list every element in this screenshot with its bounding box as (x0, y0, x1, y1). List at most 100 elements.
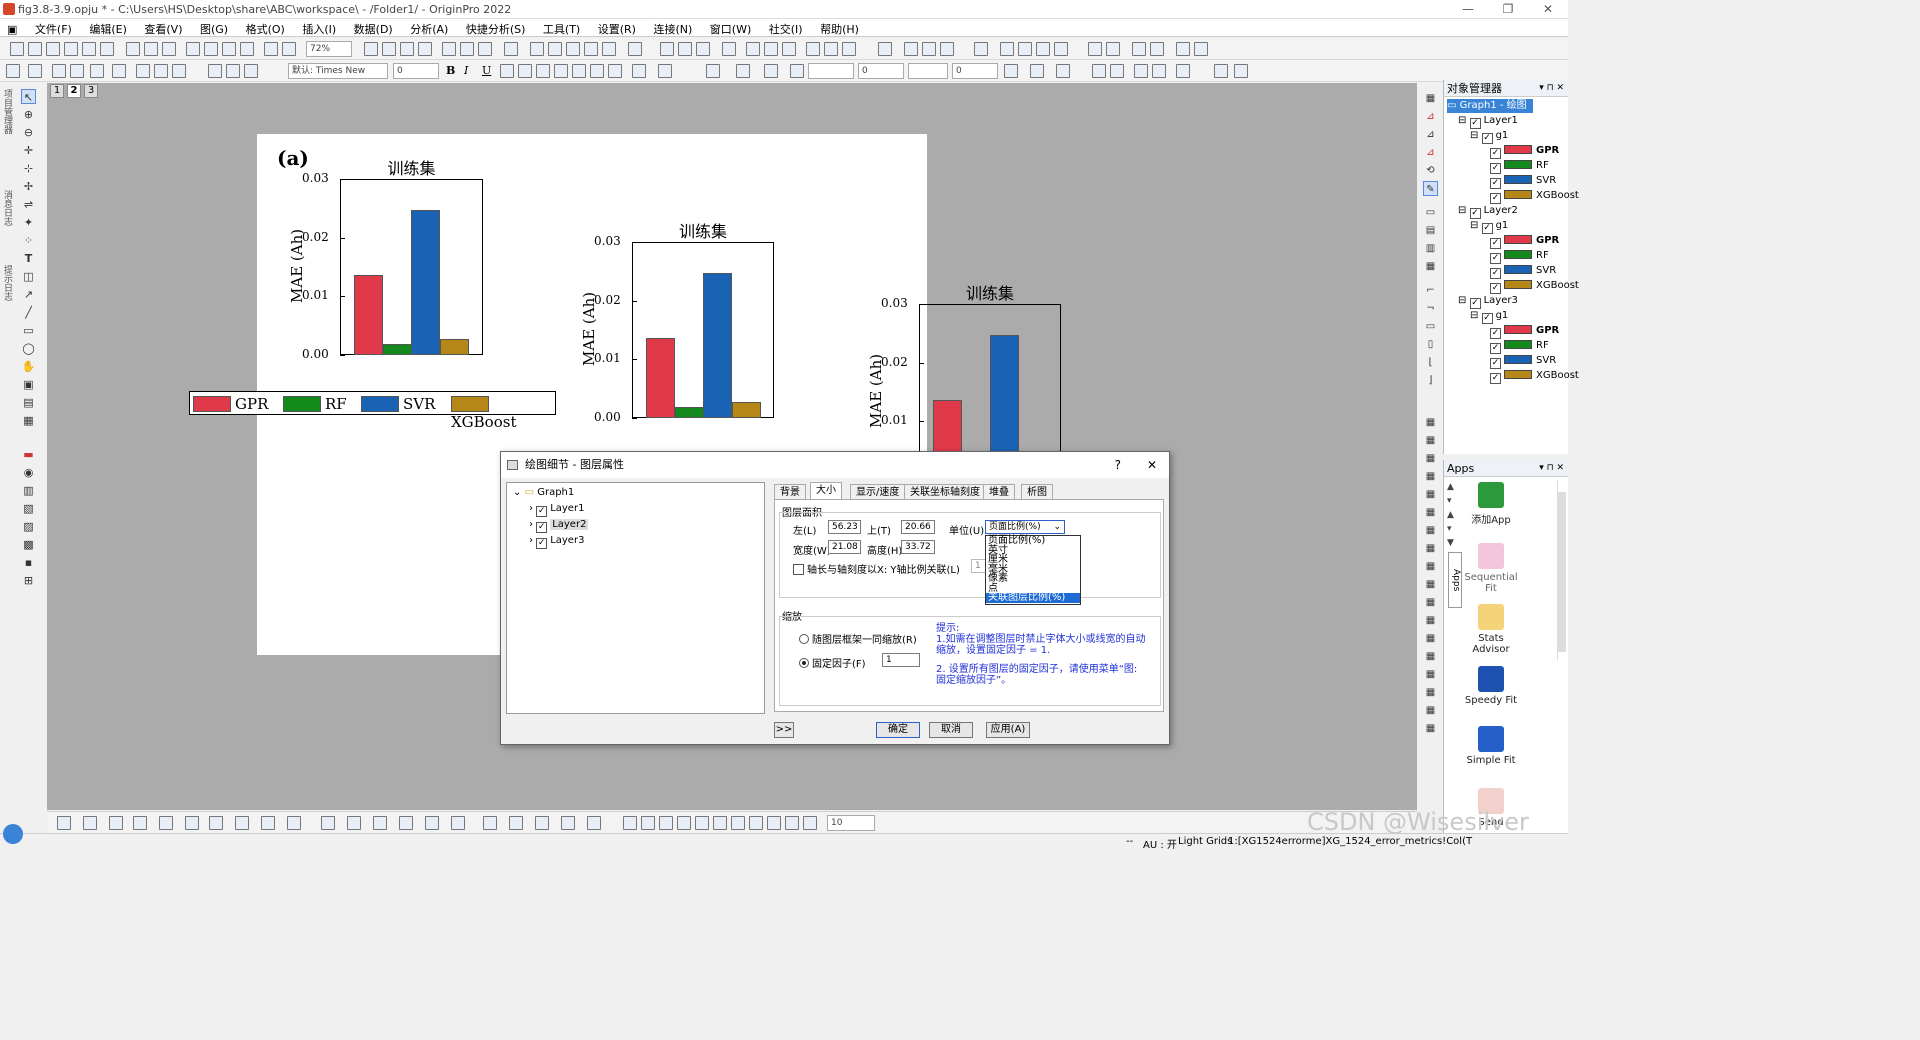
lock-icon[interactable] (1176, 64, 1190, 78)
shape1-icon[interactable] (623, 816, 637, 830)
region-tool-icon[interactable]: ▣ (21, 377, 36, 392)
move-down-icon[interactable] (1106, 42, 1120, 56)
menu-settings[interactable]: 设置(R) (591, 19, 643, 39)
zoom-out-icon[interactable]: ⊖ (21, 125, 36, 140)
font-size-combo[interactable]: 0 (393, 63, 439, 79)
dock6-icon[interactable]: ▦ (1423, 505, 1438, 520)
arrow-right-icon[interactable] (1132, 42, 1146, 56)
area-plot-icon[interactable] (209, 816, 223, 830)
open-excel-icon[interactable] (162, 42, 176, 56)
project-explorer-icon[interactable] (460, 42, 474, 56)
new-graph-icon[interactable] (46, 42, 60, 56)
merge-cells-icon[interactable] (1092, 64, 1106, 78)
fixed-factor-option[interactable]: 固定因子(F) (799, 655, 866, 670)
column-plot-icon[interactable] (133, 816, 147, 830)
frame-icon[interactable] (1214, 64, 1228, 78)
cancel-button[interactable]: 取消 (929, 722, 973, 738)
refresh-icon[interactable] (504, 42, 518, 56)
tab-project-explorer[interactable]: 项目管理器 (2, 89, 14, 134)
table-icon[interactable] (1056, 64, 1070, 78)
annotation-icon[interactable]: ◫ (21, 269, 36, 284)
new-project-icon[interactable] (10, 42, 24, 56)
column-chart-icon[interactable] (764, 42, 778, 56)
om-plot-item[interactable]: ✓ GPR (1490, 324, 1559, 339)
om-plot-checkbox[interactable]: ✓ (1490, 178, 1501, 189)
data-select-icon[interactable] (483, 816, 497, 830)
3d-icon[interactable] (287, 816, 301, 830)
layer-mgmt-icon[interactable] (602, 42, 616, 56)
marker-icon[interactable] (535, 816, 549, 830)
tab-stack[interactable]: 堆叠 (983, 484, 1015, 500)
size-combo[interactable]: 0 (952, 63, 998, 79)
save-project-icon[interactable] (222, 42, 236, 56)
om-plot-item[interactable]: ✓ XGBoost (1490, 369, 1579, 384)
dock5-icon[interactable]: ▦ (1423, 487, 1438, 502)
om-layer-checkbox[interactable]: ✓ (1469, 208, 1481, 219)
width-input[interactable]: 21.08 (828, 540, 861, 554)
data-reader-icon[interactable]: ⊹ (21, 161, 36, 176)
bar-rf[interactable] (675, 406, 704, 418)
bottom-size-combo[interactable]: 10 (827, 815, 875, 831)
bar-xgboost[interactable] (440, 338, 469, 355)
page-tab-2[interactable]: 2 (67, 84, 81, 98)
underline-icon[interactable]: U (482, 64, 496, 78)
contour-icon[interactable] (235, 816, 249, 830)
align-icon[interactable] (608, 64, 622, 78)
corner2-icon[interactable]: ¬ (1423, 301, 1438, 316)
om-plot-item[interactable]: ✓ GPR (1490, 144, 1559, 159)
set-y-icon[interactable] (922, 42, 936, 56)
dock13-icon[interactable]: ▦ (1423, 631, 1438, 646)
scale-icon[interactable]: ✛ (21, 143, 36, 158)
om-layer[interactable]: ⊟ ✓ Layer1 (1458, 114, 1518, 129)
dock3-icon[interactable]: ▦ (1423, 451, 1438, 466)
collapse-icon[interactable]: ⊟ (1458, 295, 1466, 306)
insert-col-icon[interactable] (1152, 64, 1166, 78)
print-icon[interactable] (364, 42, 378, 56)
menu-data[interactable]: 数据(D) (347, 19, 400, 39)
tab-hint-log[interactable]: 提示日志 (2, 265, 14, 301)
app-stats-advisor[interactable]: Stats Advisor (1460, 604, 1522, 655)
unit-option[interactable]: 像素 (986, 574, 1080, 584)
cut-icon[interactable] (208, 64, 222, 78)
om-plot-item[interactable]: ✓ RF (1490, 339, 1549, 354)
panel-label[interactable]: (a) (277, 146, 309, 170)
layer-grid-icon[interactable] (70, 64, 84, 78)
bar-xgboost[interactable] (732, 401, 761, 418)
layer3-checkbox[interactable]: ✓ (536, 538, 548, 549)
recent-books-icon[interactable] (204, 42, 218, 56)
collapse-icon[interactable]: ⌄ (513, 487, 521, 498)
dock7-icon[interactable]: ▦ (1423, 523, 1438, 538)
app-speedy-fit[interactable]: Speedy Fit (1460, 666, 1522, 706)
y-axis-label[interactable]: MAE (Ah) (580, 292, 598, 366)
roi-icon[interactable] (587, 816, 601, 830)
layer1-checkbox[interactable]: ✓ (536, 506, 548, 517)
fill-color-icon[interactable] (706, 64, 720, 78)
last-icon[interactable] (1054, 42, 1068, 56)
om-plot-item[interactable]: ✓ XGBoost (1490, 279, 1579, 294)
corner1-icon[interactable]: ⌐ (1423, 283, 1438, 298)
swap-axis-icon[interactable]: ⟲ (1423, 163, 1438, 178)
om-layer[interactable]: ⊟ ✓ Layer2 (1458, 204, 1518, 219)
om-plot-item[interactable]: ✓ SVR (1490, 354, 1556, 369)
fixed-factor-radio[interactable] (799, 658, 809, 668)
menu-view[interactable]: 查看(V) (137, 19, 189, 39)
color-combo[interactable] (908, 63, 948, 79)
om-plot-item[interactable]: ✓ GPR (1490, 234, 1559, 249)
grid2-icon[interactable]: ▤ (1423, 223, 1438, 238)
om-plot-item[interactable]: ✓ SVR (1490, 174, 1556, 189)
link-option[interactable]: 轴长与轴刻度以X: Y轴比例关联(L) (793, 561, 960, 576)
tree-layer3[interactable]: › ✓ Layer3 (529, 534, 584, 549)
filter-clear-icon[interactable] (842, 42, 856, 56)
draw-data-icon[interactable]: ⁘ (21, 233, 36, 248)
insert-graph-icon[interactable]: ▤ (21, 395, 36, 410)
layer-table-icon[interactable] (90, 64, 104, 78)
om-group-checkbox[interactable]: ✓ (1481, 223, 1493, 234)
filter-icon[interactable] (806, 42, 820, 56)
om-plot-checkbox[interactable]: ✓ (1490, 193, 1501, 204)
collapse-icon[interactable]: ⊟ (1470, 220, 1478, 231)
om-group[interactable]: ⊟ ✓ g1 (1470, 309, 1508, 324)
unit-option-selected[interactable]: 关联图层比例(%) (986, 593, 1080, 603)
dock11-icon[interactable]: ▦ (1423, 595, 1438, 610)
circle-tool-icon[interactable]: ◯ (21, 341, 36, 356)
bar-rf[interactable] (383, 343, 412, 355)
